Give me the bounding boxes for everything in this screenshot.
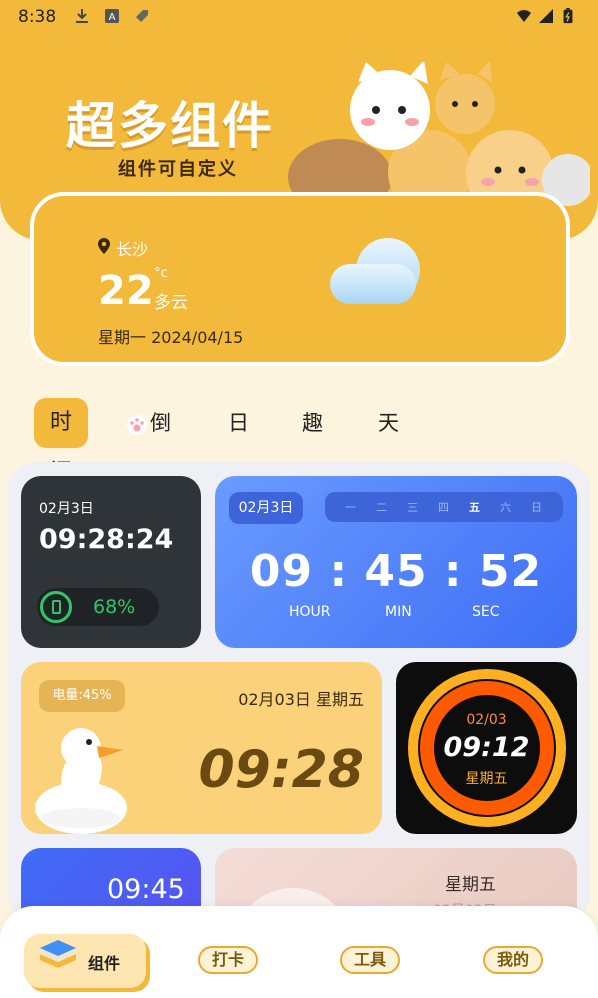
- weather-city: 长沙: [116, 240, 149, 259]
- sec-label: SEC: [472, 604, 500, 620]
- status-bar: 8:38 A: [0, 0, 598, 34]
- weekday-sun: 日: [531, 501, 542, 514]
- weather-condition: 多云: [154, 293, 188, 313]
- nav-widgets[interactable]: 组件: [24, 934, 146, 988]
- battery-icon: [563, 8, 573, 24]
- battery-icon: [40, 591, 72, 623]
- weekday-fri: 五: [469, 501, 480, 514]
- weekday-thu: 四: [438, 501, 449, 514]
- nav-checkin[interactable]: 打卡: [198, 946, 259, 974]
- battery-badge: 电量:45%: [39, 680, 125, 712]
- tab-fun[interactable]: 趣味: [302, 398, 323, 485]
- app-a-icon: A: [105, 9, 119, 23]
- weekday-mon: 一: [345, 501, 356, 514]
- tab-calendar[interactable]: 日历: [228, 398, 249, 485]
- paw-icon: [127, 415, 147, 435]
- widget-time: 09:28: [198, 740, 364, 800]
- hour-label: HOUR: [289, 604, 331, 620]
- tab-weather[interactable]: 天气: [378, 398, 399, 485]
- widget-duck-clock[interactable]: 电量:45% 02月03日 星期五 09:28: [21, 662, 382, 834]
- big-clock: 09 : 45 : 52: [249, 546, 543, 597]
- hero-title: 超多组件: [66, 97, 274, 155]
- clock-minute: 45: [364, 546, 428, 597]
- hero-subtitle: 组件可自定义: [118, 159, 238, 180]
- widget-weekday: 星期五: [445, 875, 496, 895]
- bottom-nav: 组件 打卡 工具 我的: [0, 906, 598, 998]
- tag-icon: [136, 10, 148, 22]
- widget-ring-clock[interactable]: 02/03 09:12 星期五: [396, 662, 577, 834]
- ring-time: 09:12: [443, 732, 530, 763]
- nav-widgets-label: 组件: [88, 954, 121, 973]
- weekday-sat: 六: [500, 501, 511, 514]
- weather-date: 星期一 2024/04/15: [98, 328, 244, 347]
- widgets-panel: 02月3日 09:28:24 68% 02月3日 一 二 三 四 五 六 日 0…: [8, 462, 590, 922]
- clock-hour: 09: [249, 546, 314, 597]
- svg-text:A: A: [109, 12, 116, 23]
- download-icon: [76, 9, 88, 23]
- widget-time: 09:45: [107, 874, 185, 905]
- widget-time: 09:28:24: [39, 524, 174, 555]
- wifi-icon: [517, 10, 531, 22]
- battery-percent: 68%: [93, 596, 136, 618]
- weekday-tue: 二: [376, 501, 387, 514]
- battery-bar: 68%: [37, 588, 159, 626]
- ring-weekday: 星期五: [465, 771, 508, 787]
- nav-tools[interactable]: 工具: [340, 946, 401, 974]
- status-time: 8:38: [18, 7, 57, 27]
- weather-card[interactable]: 长沙 22 °c 多云 星期一 2024/04/15: [30, 192, 570, 366]
- widget-blue-clock[interactable]: 02月3日 一 二 三 四 五 六 日 09 : 45 : 52 HOUR MI…: [215, 476, 577, 648]
- duck-illustration: [35, 728, 127, 834]
- layers-icon: [40, 940, 76, 968]
- widget-date: 02月03日 星期五: [238, 690, 364, 709]
- widget-date: 02月3日: [229, 492, 303, 524]
- weather-temperature: 22: [98, 268, 154, 314]
- weekday-strip: 一 二 三 四 五 六 日: [325, 492, 563, 522]
- widget-dark-clock[interactable]: 02月3日 09:28:24 68%: [21, 476, 201, 648]
- ring-date: 02/03: [466, 712, 507, 728]
- tab-time[interactable]: 时间: [34, 398, 89, 485]
- nav-mine[interactable]: 我的: [483, 946, 544, 974]
- widget-date: 02月3日: [39, 501, 94, 517]
- weekday-wed: 三: [407, 501, 418, 514]
- cloud-icon: [330, 238, 420, 304]
- signal-icon: [539, 9, 553, 23]
- min-label: MIN: [385, 604, 412, 620]
- weather-unit: °c: [154, 266, 168, 281]
- clock-second: 52: [478, 546, 543, 597]
- location-pin-icon: [98, 238, 110, 254]
- tab-countdown[interactable]: 倒数: [150, 398, 171, 485]
